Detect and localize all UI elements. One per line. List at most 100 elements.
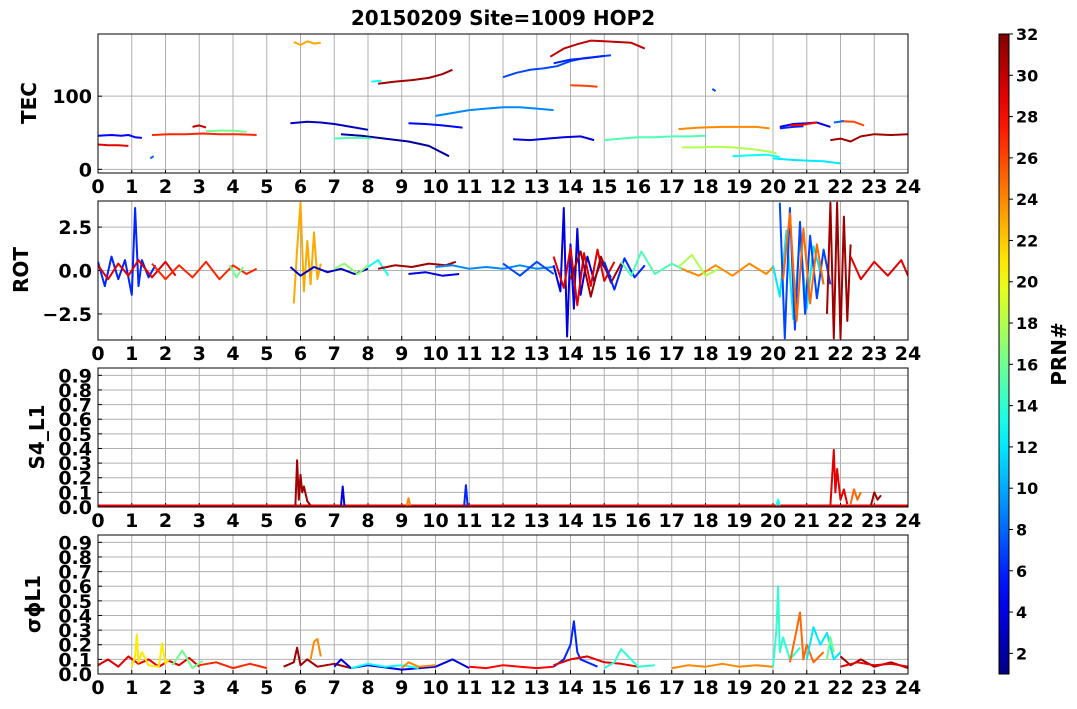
- x-tick-label: 18: [692, 343, 718, 365]
- series-line-prn-26: [570, 84, 598, 88]
- colorbar-tick-label: 12: [1016, 438, 1038, 457]
- x-tick-label: 2: [159, 343, 172, 365]
- series-line-prn-13: [371, 79, 382, 83]
- series-line-prn-24: [681, 262, 774, 277]
- x-tick-label: 7: [328, 510, 341, 532]
- series-line-prn-4: [513, 135, 595, 142]
- colorbar-tick-label: 24: [1016, 190, 1038, 209]
- series-line-prn-24: [678, 125, 770, 131]
- y-axis-label: TEC: [17, 82, 41, 124]
- x-tick-label: 3: [193, 510, 206, 532]
- x-tick-label: 8: [361, 176, 374, 198]
- colorbar-tick-label: 14: [1016, 397, 1038, 416]
- x-tick-label: 6: [294, 677, 307, 699]
- series-line-prn-31: [377, 68, 453, 85]
- series-line-prn-4: [340, 485, 346, 506]
- colorbar-tick-label: 28: [1016, 108, 1038, 127]
- colorbar-tick-label: 4: [1016, 603, 1027, 622]
- x-tick-label: 1: [125, 510, 138, 532]
- panel-0: 0 1 2 3 4 5 6 7 8 9 10 11 12 13 14 15 16 17 18 19 20 21 22 23 24…: [17, 33, 921, 198]
- y-tick-label: 0.9: [58, 365, 92, 387]
- x-tick-label: 18: [692, 510, 718, 532]
- colorbar-tick-label: 2: [1016, 644, 1027, 663]
- x-tick-label: 7: [328, 677, 341, 699]
- x-tick-label: 21: [794, 176, 820, 198]
- x-tick-label: 10: [422, 176, 448, 198]
- y-tick-label: 100: [52, 86, 92, 108]
- x-tick-label: 12: [490, 677, 516, 699]
- colorbar-tick-label: 22: [1016, 231, 1038, 250]
- x-tick-label: 9: [395, 677, 408, 699]
- series-line-prn-7: [502, 54, 612, 79]
- series-line-prn-16: [205, 129, 247, 133]
- chart-title: 20150209 Site=1009 HOP2: [351, 6, 655, 30]
- x-tick-label: 11: [456, 510, 482, 532]
- series-line-prn-29: [849, 256, 908, 281]
- series-line-prn-12: [805, 626, 842, 661]
- x-tick-label: 7: [328, 343, 341, 365]
- chart-figure: 20150209 Site=1009 HOP2 0 1 2 3 4 5 6 7 8 9 10 11 12…: [9, 6, 1071, 699]
- x-tick-label: 12: [490, 176, 516, 198]
- x-tick-label: 17: [659, 510, 685, 532]
- x-tick-label: 13: [524, 510, 550, 532]
- x-tick-label: 13: [524, 677, 550, 699]
- series-line-prn-18: [677, 253, 720, 277]
- series-line-prn-24: [671, 662, 774, 670]
- series-line-prn-18: [681, 145, 777, 155]
- series-line-prn-6: [98, 207, 157, 296]
- x-tick-label: 0: [91, 677, 104, 699]
- colorbar-label: PRN#: [1047, 322, 1071, 386]
- x-tick-label: 14: [557, 677, 583, 699]
- x-tick-label: 9: [395, 343, 408, 365]
- series-line-prn-14: [772, 585, 801, 667]
- colorbar-tick-label: 26: [1016, 149, 1038, 168]
- series-line-prn-7: [711, 88, 717, 92]
- colorbar-tick-label: 8: [1016, 520, 1027, 539]
- x-tick-label: 2: [159, 510, 172, 532]
- x-tick-label: 13: [524, 176, 550, 198]
- x-tick-label: 5: [260, 343, 273, 365]
- colorbar: 2468101214161820222426283032PRN#: [998, 25, 1071, 675]
- y-axis-label: S4_L1: [25, 405, 49, 470]
- x-tick-label: 1: [125, 343, 138, 365]
- x-tick-label: 20: [760, 510, 786, 532]
- series-line-prn-23: [293, 40, 321, 46]
- panels-group: 0 1 2 3 4 5 6 7 8 9 10 11 12 13 14 15 16 17 18 19 20 21 22 23 24…: [9, 33, 921, 699]
- x-tick-label: 19: [726, 677, 752, 699]
- x-tick-label: 22: [827, 677, 853, 699]
- series-line-prn-31: [283, 646, 352, 670]
- y-tick-label: 0.9: [58, 532, 92, 554]
- x-tick-label: 19: [726, 343, 752, 365]
- series-line-prn-25: [849, 488, 862, 505]
- x-tick-label: 0: [91, 176, 104, 198]
- x-tick-label: 24: [895, 677, 921, 699]
- x-tick-label: 14: [557, 510, 583, 532]
- x-tick-label: 2: [159, 677, 172, 699]
- x-tick-label: 23: [861, 343, 887, 365]
- series-line-prn-29: [98, 143, 129, 147]
- x-tick-label: 15: [591, 176, 617, 198]
- series-line-prn-24: [405, 497, 412, 506]
- x-tick-label: 6: [294, 176, 307, 198]
- x-tick-label: 7: [328, 176, 341, 198]
- x-tick-label: 14: [557, 176, 583, 198]
- series-line-prn-7: [502, 260, 555, 277]
- x-tick-label: 9: [395, 176, 408, 198]
- x-tick-label: 3: [193, 176, 206, 198]
- colorbar-tick-label: 30: [1016, 66, 1038, 85]
- series-line-prn-6: [463, 484, 469, 506]
- panel-1: 0 1 2 3 4 5 6 7 8 9 10 11 12 13 14 15 16 17 18 19 20 21 22 23 24…: [9, 200, 921, 365]
- x-tick-label: 8: [361, 677, 374, 699]
- x-tick-label: 0: [91, 510, 104, 532]
- x-tick-label: 10: [422, 343, 448, 365]
- series-line-prn-23: [292, 201, 322, 304]
- panel-3: 0 1 2 3 4 5 6 7 8 9 10 11 12 13 14 15 16 17 18 19 20 21 22 23 24…: [21, 532, 921, 699]
- x-tick-label: 3: [193, 343, 206, 365]
- colorbar-tick-label: 16: [1016, 355, 1038, 374]
- series-line-prn-8: [833, 120, 845, 124]
- x-tick-label: 24: [895, 176, 921, 198]
- x-tick-label: 20: [760, 677, 786, 699]
- x-tick-label: 16: [625, 510, 651, 532]
- x-tick-label: 6: [294, 510, 307, 532]
- x-tick-label: 19: [726, 176, 752, 198]
